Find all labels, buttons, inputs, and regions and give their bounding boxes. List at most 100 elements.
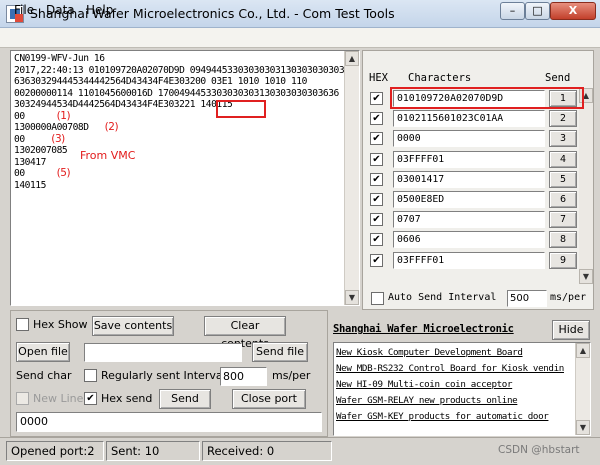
maximize-button[interactable]: □ <box>525 2 550 20</box>
window-title: Shanghai Wafer Microelectronics Co., Ltd… <box>30 6 395 21</box>
send-string-input[interactable]: 0102115601023C01AA <box>393 110 545 127</box>
hex-row-checkbox[interactable]: ✔ <box>370 193 383 206</box>
hide-button[interactable]: Hide <box>552 320 590 340</box>
send-row-button[interactable]: 5 <box>549 171 577 188</box>
close-button[interactable]: X <box>550 2 596 20</box>
receive-line-text: 30324944534D4442564D43434F4E303221 <box>14 99 196 110</box>
scroll-up-arrow-icon[interactable]: ▲ <box>345 51 359 66</box>
annotation-2: (2) <box>104 121 119 133</box>
hex-row-checkbox[interactable]: ✔ <box>370 173 383 186</box>
receive-line: 140115 <box>14 179 46 191</box>
new-line-label: New Line <box>33 392 84 405</box>
send-string-input[interactable]: 03001417 <box>393 171 545 188</box>
send-row-button[interactable]: 7 <box>549 211 577 228</box>
hex-row-checkbox[interactable]: ✔ <box>370 233 383 246</box>
send-string-input[interactable]: 0606 <box>393 231 545 248</box>
hex-row-checkbox[interactable]: ✔ <box>370 254 383 267</box>
file-path-input[interactable] <box>84 343 242 362</box>
open-file-button[interactable]: Open file <box>16 342 70 362</box>
send-row-button[interactable]: 3 <box>549 130 577 147</box>
auto-send-interval-input[interactable]: 500 <box>507 290 547 307</box>
news-link[interactable]: Wafer GSM-KEY products for automatic doo… <box>336 411 549 422</box>
receive-line-text: 00 <box>14 110 25 122</box>
clear-contents-button[interactable]: Clear contents <box>204 316 286 350</box>
status-received: Received: 0 <box>202 441 332 461</box>
links-scrollbar[interactable]: ▲ ▼ <box>575 343 590 435</box>
save-contents-button[interactable]: Save contents <box>92 316 174 336</box>
header-characters: Characters <box>408 72 472 84</box>
hex-send-label: Hex send <box>101 392 153 405</box>
scroll-down-arrow-icon[interactable]: ▼ <box>576 420 590 435</box>
receive-line: 1302007085 <box>14 145 68 156</box>
send-string-input[interactable]: 0500E8ED <box>393 191 545 208</box>
minimize-button[interactable]: – <box>500 2 525 20</box>
hex-row-checkbox[interactable]: ✔ <box>370 153 383 166</box>
close-port-button[interactable]: Close port <box>232 389 306 409</box>
scroll-up-arrow-icon[interactable]: ▲ <box>576 343 590 358</box>
new-line-checkbox[interactable] <box>16 392 29 405</box>
menu-data[interactable]: Data <box>46 3 75 17</box>
watermark: CSDN @hbstart <box>498 444 580 456</box>
news-links-list: New Kiosk Computer Development Board New… <box>333 342 591 436</box>
receive-line-text: 00 <box>14 168 25 179</box>
scroll-down-arrow-icon[interactable]: ▼ <box>579 269 593 284</box>
scroll-down-arrow-icon[interactable]: ▼ <box>345 290 359 305</box>
news-link[interactable]: New MDB-RS232 Control Board for Kiosk ve… <box>336 363 564 374</box>
header-send: Send <box>545 72 571 84</box>
hex-row-checkbox[interactable]: ✔ <box>370 132 383 145</box>
hex-row-checkbox[interactable]: ✔ <box>370 213 383 226</box>
receive-line: 00 (3) <box>14 133 352 146</box>
highlight-box <box>216 100 266 118</box>
hex-row-checkbox[interactable]: ✔ <box>370 92 383 105</box>
send-row-button[interactable]: 4 <box>549 151 577 168</box>
auto-send-checkbox[interactable] <box>371 292 384 305</box>
receive-line: 00 (1) <box>14 109 352 123</box>
receive-line: 636303294445344442564D43434F4E303200 03E… <box>14 76 307 87</box>
regularly-sent-checkbox[interactable] <box>84 369 97 382</box>
menu-help[interactable]: Help <box>86 3 113 17</box>
send-row-button[interactable]: 9 <box>549 252 577 269</box>
send-string-input[interactable]: 03FFFF01 <box>393 151 545 168</box>
hex-show-label: Hex Show <box>33 318 88 331</box>
send-string-input[interactable]: 0707 <box>393 211 545 228</box>
send-button[interactable]: Send <box>159 389 211 409</box>
receive-scrollbar[interactable]: ▲ ▼ <box>344 51 359 305</box>
highlight-box <box>390 87 584 109</box>
send-row-button[interactable]: 6 <box>549 191 577 208</box>
receive-line-text: 00 <box>14 133 25 145</box>
auto-send-unit: ms/per <box>550 292 587 303</box>
receive-line: 2017,22:40:13 010109720A02070D9D 0949445… <box>14 64 345 76</box>
regular-interval-unit: ms/per <box>272 369 311 382</box>
company-link-title[interactable]: Shanghai Wafer Microelectronic <box>333 323 514 335</box>
annotation-1: (1) <box>56 109 71 122</box>
from-vmc-annotation: From VMC <box>80 149 136 162</box>
annotation-5: (5) <box>56 167 71 179</box>
receive-line: CN0199-WFV-Jun 16 <box>14 53 105 64</box>
header-hex: HEX <box>369 72 388 84</box>
send-data-input[interactable]: 0000 <box>16 412 322 432</box>
receive-line: 00 (5) <box>14 167 352 180</box>
send-string-input[interactable]: 03FFFF01 <box>393 252 545 269</box>
news-link[interactable]: New HI-09 Multi-coin coin acceptor <box>336 379 513 390</box>
receive-line: 00200000114 1101045600016D 1700494453303… <box>14 87 339 99</box>
send-row-button[interactable]: 2 <box>549 110 577 127</box>
regularly-sent-label: Regularly sent Interval <box>101 369 226 382</box>
menu-bar <box>0 28 600 48</box>
send-row-button[interactable]: 8 <box>549 231 577 248</box>
hex-send-checkbox[interactable]: ✔ <box>84 392 97 405</box>
news-link[interactable]: Wafer GSM-RELAY new products online <box>336 395 518 406</box>
status-opened-port: Opened port:2 <box>6 441 104 461</box>
regular-interval-input[interactable]: 800 <box>220 367 267 386</box>
receive-text: CN0199-WFV-Jun 16 2017,22:40:13 01010972… <box>14 53 352 191</box>
news-link[interactable]: New Kiosk Computer Development Board <box>336 347 523 358</box>
send-string-input[interactable]: 0000 <box>393 130 545 147</box>
auto-send-label: Auto Send Interval <box>388 292 497 303</box>
send-file-button[interactable]: Send file <box>252 342 308 362</box>
send-char-label: Send char <box>16 369 72 382</box>
hex-row-checkbox[interactable]: ✔ <box>370 112 383 125</box>
hex-show-checkbox[interactable] <box>16 318 29 331</box>
send-list-scrollbar[interactable]: ▲ ▼ <box>579 88 593 284</box>
receive-textarea[interactable]: CN0199-WFV-Jun 16 2017,22:40:13 01010972… <box>10 50 360 306</box>
status-sent: Sent: 10 <box>106 441 200 461</box>
menu-file[interactable]: File <box>14 3 34 17</box>
